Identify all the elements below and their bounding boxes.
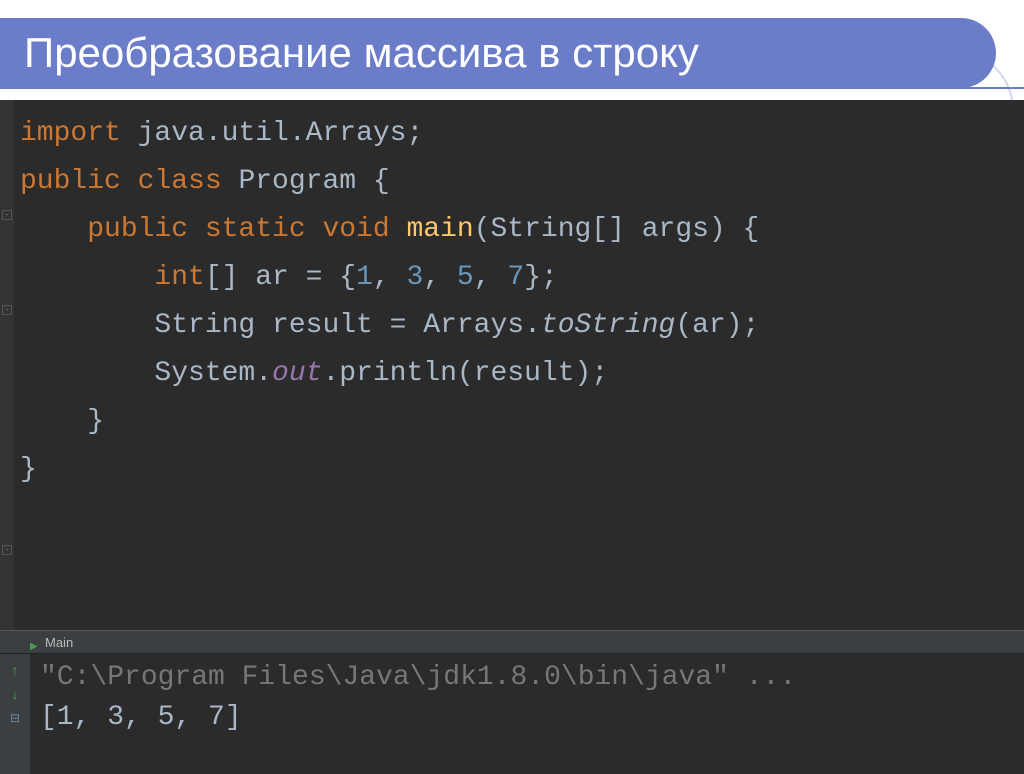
- title-underline: [0, 87, 1024, 89]
- code-line: public static void main(String[] args) {: [20, 206, 1024, 254]
- console-command-line: "C:\Program Files\Java\jdk1.8.0\bin\java…: [40, 658, 1014, 698]
- code-line: import java.util.Arrays;: [20, 110, 1024, 158]
- fold-marker-icon[interactable]: -: [2, 210, 12, 220]
- code-line: }: [20, 398, 1024, 446]
- arrow-down-icon[interactable]: ↓: [7, 686, 23, 702]
- code-line: }: [20, 446, 1024, 494]
- output-gutter: ↑ ↓ ⊟: [0, 654, 30, 774]
- run-icon: [30, 637, 40, 647]
- console-output[interactable]: "C:\Program Files\Java\jdk1.8.0\bin\java…: [30, 654, 1024, 774]
- fold-marker-icon[interactable]: -: [2, 545, 12, 555]
- code-line: public class Program {: [20, 158, 1024, 206]
- run-output-header: Main: [0, 630, 1024, 654]
- code-line: String result = Arrays.toString(ar);: [20, 302, 1024, 350]
- editor-gutter: - - -: [0, 100, 14, 630]
- filter-icon[interactable]: ⊟: [7, 710, 23, 726]
- fold-marker-icon[interactable]: -: [2, 305, 12, 315]
- slide-header: Преобразование массива в строку: [0, 0, 1024, 100]
- output-tab-main[interactable]: Main: [30, 635, 73, 650]
- run-output-panel: ↑ ↓ ⊟ "C:\Program Files\Java\jdk1.8.0\bi…: [0, 654, 1024, 774]
- keyword-int: int: [20, 262, 205, 293]
- keyword-import: import: [20, 118, 121, 149]
- console-result-line: [1, 3, 5, 7]: [40, 698, 1014, 738]
- title-bar: Преобразование массива в строку: [0, 18, 996, 88]
- keyword-method-sig: public static void: [20, 214, 406, 245]
- output-tab-label: Main: [45, 635, 73, 650]
- arrow-up-icon[interactable]: ↑: [7, 662, 23, 678]
- slide-title: Преобразование массива в строку: [24, 29, 699, 77]
- keyword-public-class: public class: [20, 166, 238, 197]
- code-line: int[] ar = {1, 3, 5, 7};: [20, 254, 1024, 302]
- code-editor[interactable]: - - - import java.util.Arrays; public cl…: [0, 100, 1024, 630]
- code-line: System.out.println(result);: [20, 350, 1024, 398]
